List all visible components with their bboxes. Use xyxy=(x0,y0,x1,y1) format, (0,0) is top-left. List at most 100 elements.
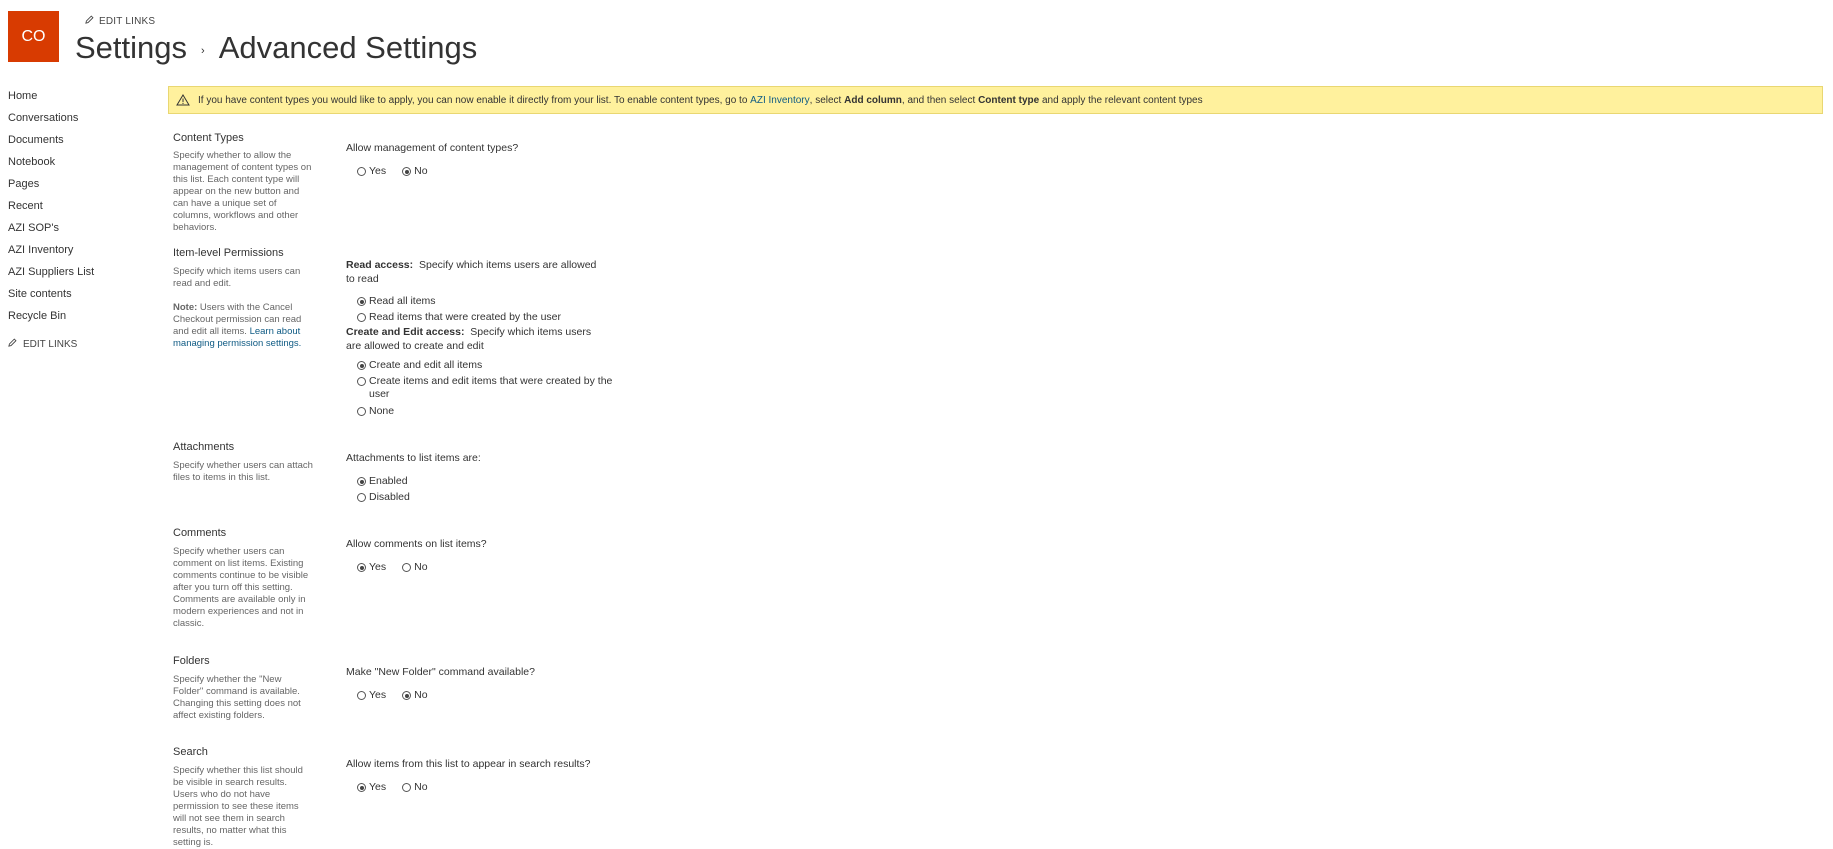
comments-title: Comments xyxy=(173,527,227,539)
item-permissions-title: Item-level Permissions xyxy=(173,247,284,259)
folders-question: Make "New Folder" command available? xyxy=(346,666,535,678)
radio-checked-icon xyxy=(357,783,366,792)
quick-launch-nav: Home Conversations Documents Notebook Pa… xyxy=(8,89,158,350)
radio-label: No xyxy=(414,165,428,177)
warning-icon xyxy=(176,94,190,106)
create-edit-access-label: Create and Edit access: xyxy=(346,326,465,338)
search-question: Allow items from this list to appear in … xyxy=(346,758,591,770)
nav-item-documents[interactable]: Documents xyxy=(8,133,158,155)
content-types-no-radio[interactable]: No xyxy=(402,165,428,178)
nav-item-azi-inventory[interactable]: AZI Inventory xyxy=(8,243,158,265)
breadcrumb: Settings › Advanced Settings xyxy=(75,30,477,66)
radio-label: No xyxy=(414,561,428,573)
content-types-yes-radio[interactable]: Yes xyxy=(357,165,386,178)
nav-item-conversations[interactable]: Conversations xyxy=(8,111,158,133)
radio-icon xyxy=(357,313,366,322)
content-types-desc: Specify whether to allow the management … xyxy=(173,150,312,233)
edit-links-top[interactable]: EDIT LINKS xyxy=(85,15,155,27)
edit-links-nav[interactable]: EDIT LINKS xyxy=(8,338,158,350)
folders-title: Folders xyxy=(173,655,210,667)
radio-icon xyxy=(357,493,366,502)
nav-item-azi-sops[interactable]: AZI SOP's xyxy=(8,221,158,243)
content-types-banner: If you have content types you would like… xyxy=(168,86,1823,114)
radio-label: Yes xyxy=(369,689,387,701)
banner-text-4: and apply the relevant content types xyxy=(1039,94,1203,106)
item-permissions-desc: Specify which items users can read and e… xyxy=(173,266,301,289)
breadcrumb-settings-link[interactable]: Settings xyxy=(75,30,187,66)
comments-question: Allow comments on list items? xyxy=(346,538,487,550)
attachments-enabled-radio[interactable]: Enabled xyxy=(357,475,408,488)
folders-desc: Specify whether the "New Folder" command… xyxy=(173,674,301,721)
content-types-title: Content Types xyxy=(173,132,244,144)
folders-no-radio[interactable]: No xyxy=(402,689,428,702)
pencil-icon xyxy=(8,338,17,350)
radio-checked-icon xyxy=(357,361,366,370)
folders-yes-radio[interactable]: Yes xyxy=(357,689,386,702)
radio-label: Yes xyxy=(369,781,387,793)
banner-content-type: Content type xyxy=(978,94,1040,106)
site-logo[interactable]: CO xyxy=(8,11,59,62)
banner-azi-inventory-link[interactable]: AZI Inventory xyxy=(750,95,809,106)
radio-checked-icon xyxy=(402,691,412,700)
comments-no-radio[interactable]: No xyxy=(402,561,428,574)
banner-text-2: , select xyxy=(809,94,845,106)
nav-item-azi-suppliers-list[interactable]: AZI Suppliers List xyxy=(8,265,158,287)
attachments-desc: Specify whether users can attach files t… xyxy=(173,460,313,483)
radio-label: Yes xyxy=(369,165,387,177)
read-access-question: Read access: Specify which items users a… xyxy=(346,258,606,286)
radio-label: Disabled xyxy=(369,491,410,503)
nav-item-pages[interactable]: Pages xyxy=(8,177,158,199)
search-desc: Specify whether this list should be visi… xyxy=(173,765,303,848)
note-label: Note: xyxy=(173,302,198,313)
radio-label: Create and edit all items xyxy=(369,359,483,371)
radio-checked-icon xyxy=(357,563,366,572)
banner-text-3: , and then select xyxy=(901,94,979,106)
radio-label: Enabled xyxy=(369,475,408,487)
radio-label: No xyxy=(414,781,428,793)
search-title: Search xyxy=(173,746,208,758)
read-access-label: Read access: xyxy=(346,259,414,271)
radio-icon xyxy=(357,377,366,386)
create-edit-none-radio[interactable]: None xyxy=(357,405,394,418)
nav-item-home[interactable]: Home xyxy=(8,89,158,111)
comments-yes-radio[interactable]: Yes xyxy=(357,561,386,574)
create-edit-all-radio[interactable]: Create and edit all items xyxy=(357,359,482,372)
nav-item-site-contents[interactable]: Site contents xyxy=(8,287,158,309)
attachments-disabled-radio[interactable]: Disabled xyxy=(357,491,410,504)
banner-text-1: If you have content types you would like… xyxy=(198,94,751,106)
edit-links-label: EDIT LINKS xyxy=(99,15,156,27)
create-edit-access-question: Create and Edit access: Specify which it… xyxy=(346,325,606,353)
radio-icon xyxy=(357,167,366,176)
search-no-radio[interactable]: No xyxy=(402,781,428,794)
comments-desc: Specify whether users can comment on lis… xyxy=(173,546,309,629)
create-edit-own-radio[interactable]: Create items and edit items that were cr… xyxy=(357,375,615,401)
read-own-items-radio[interactable]: Read items that were created by the user xyxy=(357,311,561,324)
radio-label: Yes xyxy=(369,561,387,573)
radio-label: None xyxy=(369,405,395,417)
edit-links-label: EDIT LINKS xyxy=(23,338,78,350)
radio-icon xyxy=(357,407,366,416)
banner-add-column: Add column xyxy=(844,94,902,106)
attachments-question: Attachments to list items are: xyxy=(346,452,481,464)
breadcrumb-separator-icon: › xyxy=(201,45,205,57)
radio-icon xyxy=(357,691,366,700)
nav-item-notebook[interactable]: Notebook xyxy=(8,155,158,177)
radio-label: Create items and edit items that were cr… xyxy=(369,375,613,400)
radio-checked-icon xyxy=(402,167,412,176)
pencil-icon xyxy=(85,15,94,27)
radio-icon xyxy=(402,783,412,792)
radio-icon xyxy=(402,563,412,572)
attachments-title: Attachments xyxy=(173,441,235,453)
radio-label: No xyxy=(414,689,428,701)
search-yes-radio[interactable]: Yes xyxy=(357,781,386,794)
radio-checked-icon xyxy=(357,477,366,486)
nav-item-recycle-bin[interactable]: Recycle Bin xyxy=(8,309,158,331)
radio-label: Read items that were created by the user xyxy=(369,311,562,323)
item-permissions-note: Note: Users with the Cancel Checkout per… xyxy=(173,302,313,350)
content-types-question: Allow management of content types? xyxy=(346,142,519,154)
radio-label: Read all items xyxy=(369,295,436,307)
page-title: Advanced Settings xyxy=(218,30,478,65)
radio-checked-icon xyxy=(357,297,366,306)
read-all-items-radio[interactable]: Read all items xyxy=(357,295,436,308)
nav-item-recent[interactable]: Recent xyxy=(8,199,158,221)
